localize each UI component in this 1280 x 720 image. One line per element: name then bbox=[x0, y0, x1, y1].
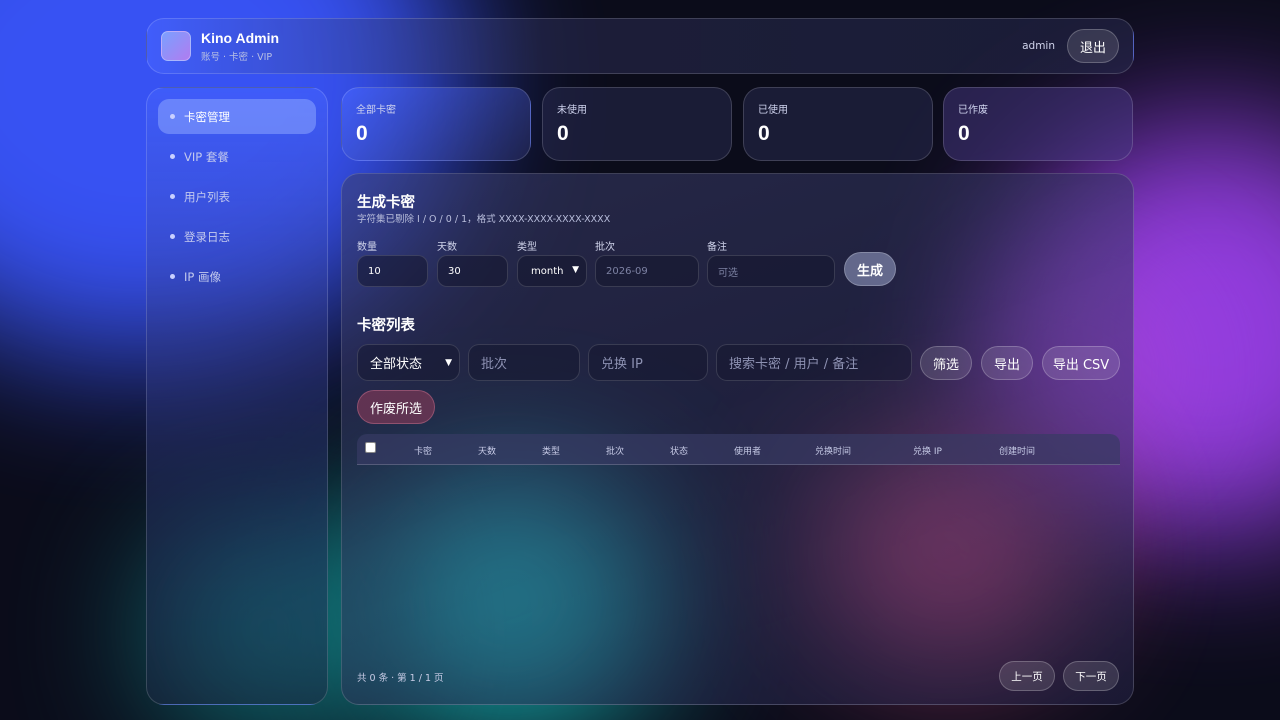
stat-label: 已使用 bbox=[758, 105, 788, 116]
bullet-icon bbox=[170, 114, 175, 119]
sidebar-item-label: IP 画像 bbox=[184, 269, 221, 284]
export-button[interactable]: 导出 bbox=[981, 346, 1033, 380]
top-header: Kino Admin 账号 · 卡密 · VIP admin 退出 bbox=[146, 18, 1134, 74]
sidebar-item-users[interactable]: 用户列表 bbox=[158, 179, 316, 214]
column-header: 天数 bbox=[478, 447, 497, 457]
sidebar-item-cards[interactable]: 卡密管理 bbox=[158, 99, 316, 134]
sidebar: 卡密管理 VIP 套餐 用户列表 登录日志 IP 画像 bbox=[146, 87, 328, 705]
chevron-down-icon: ▼ bbox=[572, 265, 579, 275]
batch-input[interactable]: 2026-09 bbox=[595, 255, 699, 287]
ip-filter-placeholder: 兑换 IP bbox=[601, 357, 643, 372]
next-page-button[interactable]: 下一页 bbox=[1063, 661, 1119, 691]
sidebar-item-label: 卡密管理 bbox=[184, 109, 230, 124]
app-subtitle: 账号 · 卡密 · VIP bbox=[201, 51, 273, 63]
column-header: 类型 bbox=[542, 447, 561, 457]
sidebar-item-ip-profile[interactable]: IP 画像 bbox=[158, 259, 316, 294]
days-input[interactable]: 30 bbox=[437, 255, 508, 287]
select-all-checkbox[interactable] bbox=[365, 442, 376, 453]
prev-page-button[interactable]: 上一页 bbox=[999, 661, 1055, 691]
search-placeholder: 搜索卡密 / 用户 / 备注 bbox=[729, 357, 859, 372]
current-user: admin bbox=[1022, 40, 1055, 52]
batch-placeholder: 2026-09 bbox=[606, 265, 648, 277]
column-header: 批次 bbox=[606, 447, 625, 457]
card-list-title: 卡密列表 bbox=[357, 318, 415, 334]
type-label: 类型 bbox=[517, 242, 537, 253]
bullet-icon bbox=[170, 194, 175, 199]
stat-label: 已作废 bbox=[958, 105, 988, 116]
app-logo bbox=[161, 31, 191, 61]
batch-filter-input[interactable]: 批次 bbox=[468, 344, 580, 381]
main-panel: 生成卡密 字符集已剔除 I / O / 0 / 1，格式 XXXX-XXXX-X… bbox=[341, 173, 1134, 705]
bullet-icon bbox=[170, 274, 175, 279]
stat-value: 0 bbox=[356, 122, 368, 145]
search-input[interactable]: 搜索卡密 / 用户 / 备注 bbox=[716, 344, 912, 381]
logout-button[interactable]: 退出 bbox=[1067, 29, 1119, 63]
bullet-icon bbox=[170, 234, 175, 239]
column-header: 创建时间 bbox=[999, 447, 1036, 457]
ip-filter-input[interactable]: 兑换 IP bbox=[588, 344, 708, 381]
stat-card-voided: 已作废 0 bbox=[943, 87, 1133, 161]
generate-subtitle: 字符集已剔除 I / O / 0 / 1，格式 XXXX-XXXX-XXXX-X… bbox=[357, 214, 611, 225]
brand: Kino Admin 账号 · 卡密 · VIP bbox=[201, 30, 279, 63]
stat-label: 全部卡密 bbox=[356, 105, 396, 116]
column-header: 兑换 IP bbox=[913, 447, 942, 457]
generate-title: 生成卡密 bbox=[357, 195, 415, 211]
note-placeholder: 可选 bbox=[718, 267, 738, 279]
column-header: 使用者 bbox=[734, 447, 762, 457]
filter-button[interactable]: 筛选 bbox=[920, 346, 972, 380]
stat-value: 0 bbox=[958, 122, 970, 145]
stat-value: 0 bbox=[758, 122, 770, 145]
column-header: 状态 bbox=[670, 447, 689, 457]
note-label: 备注 bbox=[707, 242, 727, 253]
app-title: Kino Admin bbox=[201, 29, 280, 46]
stat-card-used: 已使用 0 bbox=[743, 87, 933, 161]
stat-card-total: 全部卡密 0 bbox=[341, 87, 531, 161]
status-filter-value: 全部状态 bbox=[370, 357, 423, 372]
type-select[interactable]: month ▼ bbox=[517, 255, 587, 287]
generate-button[interactable]: 生成 bbox=[844, 252, 896, 286]
chevron-down-icon: ▼ bbox=[445, 358, 452, 368]
sidebar-item-label: VIP 套餐 bbox=[184, 149, 229, 164]
table-header: 卡密 天数 类型 批次 状态 使用者 兑换时间 兑换 IP 创建时间 bbox=[357, 434, 1120, 465]
void-selected-button[interactable]: 作废所选 bbox=[357, 390, 435, 424]
bullet-icon bbox=[170, 154, 175, 159]
sidebar-item-login-logs[interactable]: 登录日志 bbox=[158, 219, 316, 254]
sidebar-item-vip-plans[interactable]: VIP 套餐 bbox=[158, 139, 316, 174]
column-header: 卡密 bbox=[414, 447, 433, 457]
quantity-input[interactable]: 10 bbox=[357, 255, 428, 287]
column-header: 兑换时间 bbox=[815, 447, 852, 457]
batch-filter-placeholder: 批次 bbox=[481, 357, 508, 372]
pagination-summary: 共 0 条 · 第 1 / 1 页 bbox=[357, 673, 444, 684]
status-filter-select[interactable]: 全部状态 ▼ bbox=[357, 344, 460, 381]
note-input[interactable]: 可选 bbox=[707, 255, 835, 287]
stat-value: 0 bbox=[557, 122, 569, 145]
days-label: 天数 bbox=[437, 242, 457, 253]
stat-card-unused: 未使用 0 bbox=[542, 87, 732, 161]
sidebar-item-label: 登录日志 bbox=[184, 229, 230, 244]
quantity-label: 数量 bbox=[357, 242, 377, 253]
type-select-value: month bbox=[531, 265, 564, 277]
export-csv-button[interactable]: 导出 CSV bbox=[1042, 346, 1120, 380]
stat-label: 未使用 bbox=[557, 105, 587, 116]
sidebar-item-label: 用户列表 bbox=[184, 189, 230, 204]
batch-label: 批次 bbox=[595, 242, 615, 253]
